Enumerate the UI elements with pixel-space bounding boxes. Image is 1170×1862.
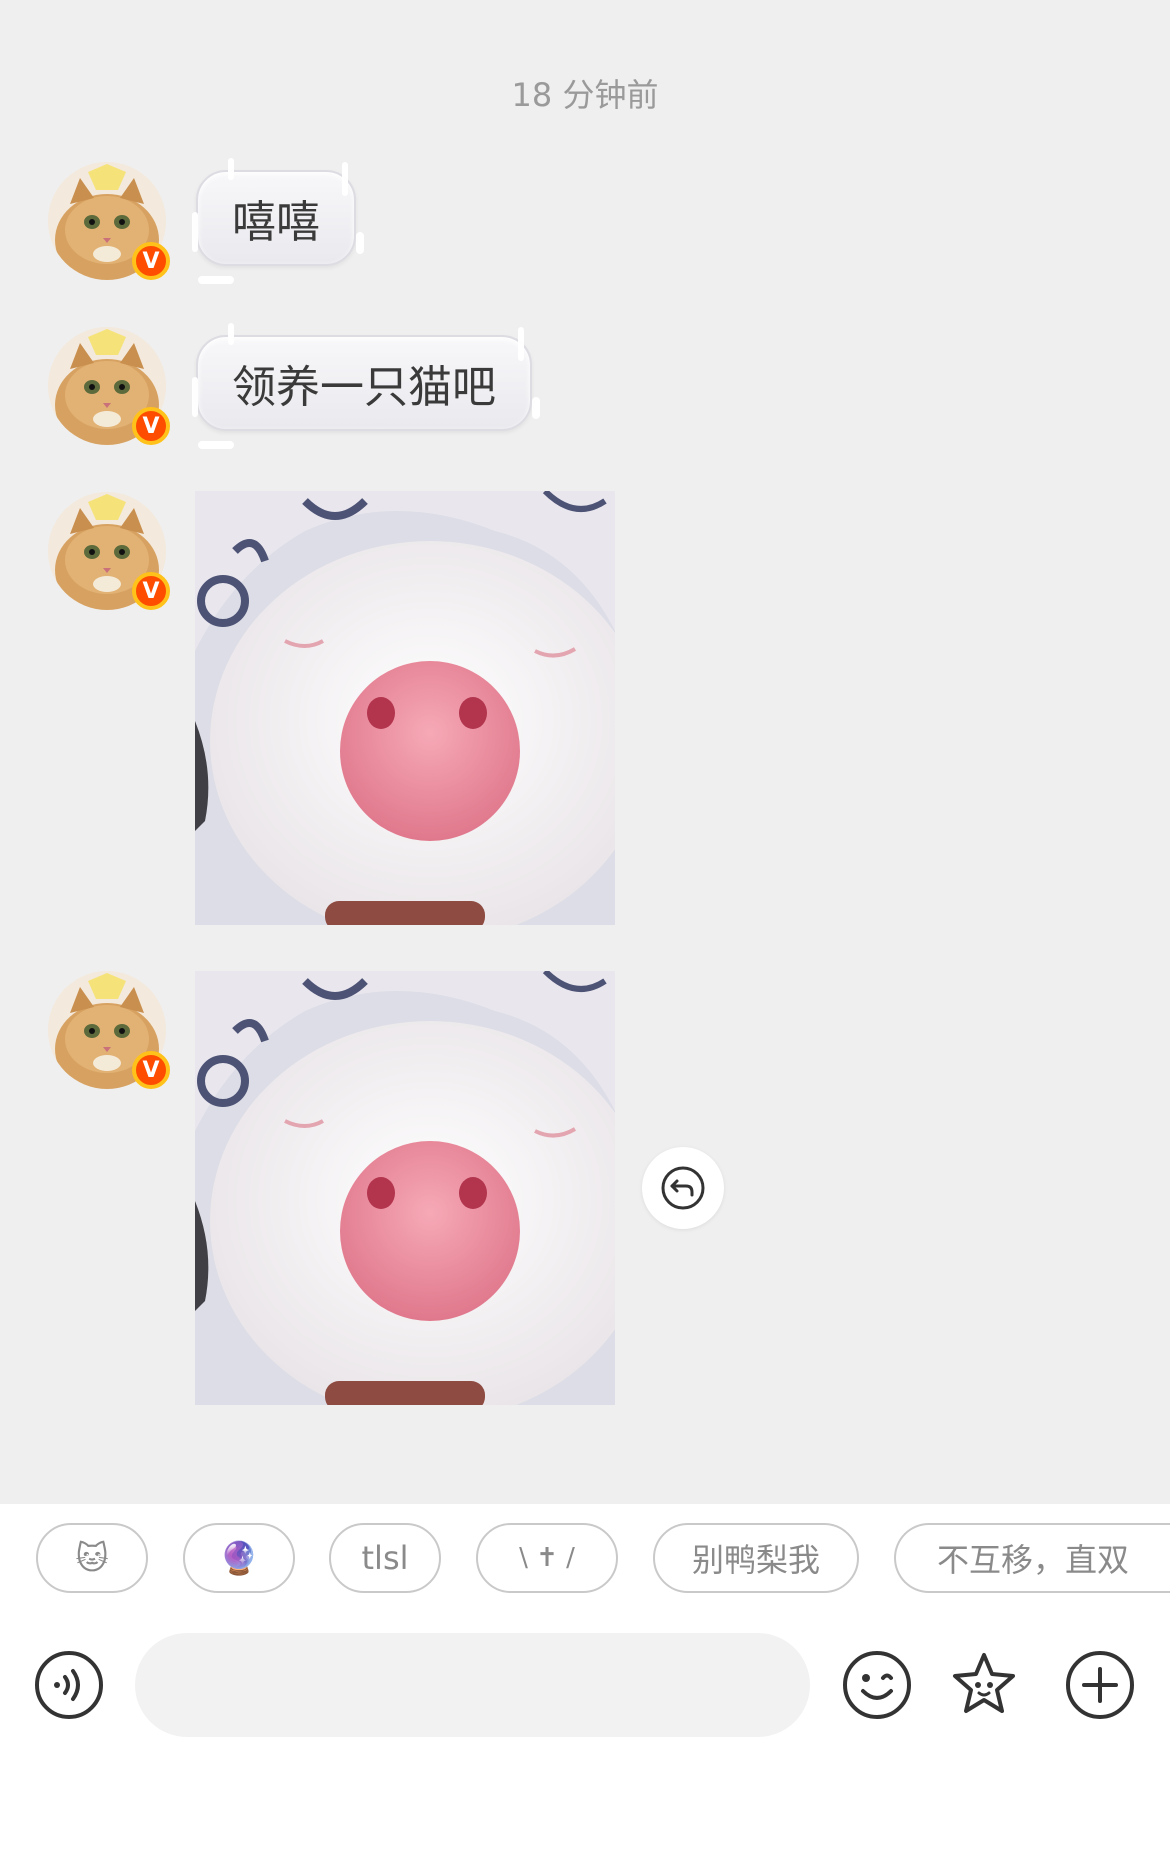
drip-decoration [228, 323, 234, 345]
voice-icon [35, 1651, 103, 1719]
plus-icon [1066, 1651, 1134, 1719]
voice-button[interactable] [33, 1649, 105, 1721]
drip-decoration [532, 397, 540, 419]
pig-snout-photo [195, 491, 615, 925]
drip-decoration [192, 377, 198, 417]
verified-badge: V [132, 1051, 170, 1089]
reply-button[interactable] [642, 1147, 724, 1229]
pig-snout-photo [195, 971, 615, 1405]
quick-reply-chip[interactable]: 🐱 [36, 1523, 148, 1593]
quick-reply-chip[interactable]: 别鸭梨我 [653, 1523, 859, 1593]
reply-icon [661, 1166, 705, 1210]
image-message[interactable] [195, 971, 615, 1405]
drip-decoration [518, 327, 524, 361]
timestamp: 18 分钟前 [511, 76, 659, 114]
avatar[interactable]: V [48, 492, 170, 610]
quick-reply-chip[interactable]: 🔮 [183, 1523, 295, 1593]
verified-badge: V [132, 242, 170, 280]
message-text: 嘻嘻 [232, 197, 320, 248]
verified-badge: V [132, 407, 170, 445]
message-text: 领养一只猫吧 [232, 362, 496, 413]
quick-reply-chip[interactable]: \ ✝ / [476, 1523, 618, 1593]
avatar[interactable]: V [48, 327, 170, 445]
sticker-star-icon [953, 1653, 1015, 1713]
chip-label: tlsl [361, 1539, 409, 1577]
message-bubble[interactable]: 嘻嘻 [192, 158, 364, 284]
chip-label: 别鸭梨我 [691, 1541, 820, 1579]
composer-bar [0, 1633, 1170, 1737]
avatar[interactable]: V [48, 971, 170, 1089]
drip-decoration [356, 232, 364, 254]
message-input[interactable] [135, 1633, 810, 1737]
sticker-button[interactable] [948, 1649, 1020, 1721]
drip-decoration [198, 276, 234, 284]
drip-decoration [342, 162, 348, 196]
more-button[interactable] [1064, 1649, 1136, 1721]
emoji-button[interactable] [841, 1649, 913, 1721]
quick-reply-bar: 🐱 🔮 tlsl \ ✝ / 别鸭梨我 不互移，直双 [36, 1523, 1170, 1593]
chip-label: 🔮 [219, 1539, 259, 1577]
avatar[interactable]: V [48, 162, 170, 280]
drip-decoration [198, 441, 234, 449]
quick-reply-chip[interactable]: 不互移，直双 [894, 1523, 1170, 1593]
verified-badge: V [132, 572, 170, 610]
chip-label: 🐱 [75, 1539, 109, 1577]
quick-reply-chip[interactable]: tlsl [329, 1523, 441, 1593]
drip-decoration [192, 212, 198, 252]
emoji-icon [843, 1651, 911, 1719]
drip-decoration [228, 158, 234, 180]
chip-label: \ ✝ / [519, 1543, 575, 1573]
chat-area: 18 分钟前 V 嘻嘻 V 领养一只猫吧 V V [0, 0, 1170, 1504]
image-message[interactable] [195, 491, 615, 925]
chip-label: 不互移，直双 [936, 1541, 1129, 1579]
message-bubble[interactable]: 领养一只猫吧 [192, 323, 540, 449]
